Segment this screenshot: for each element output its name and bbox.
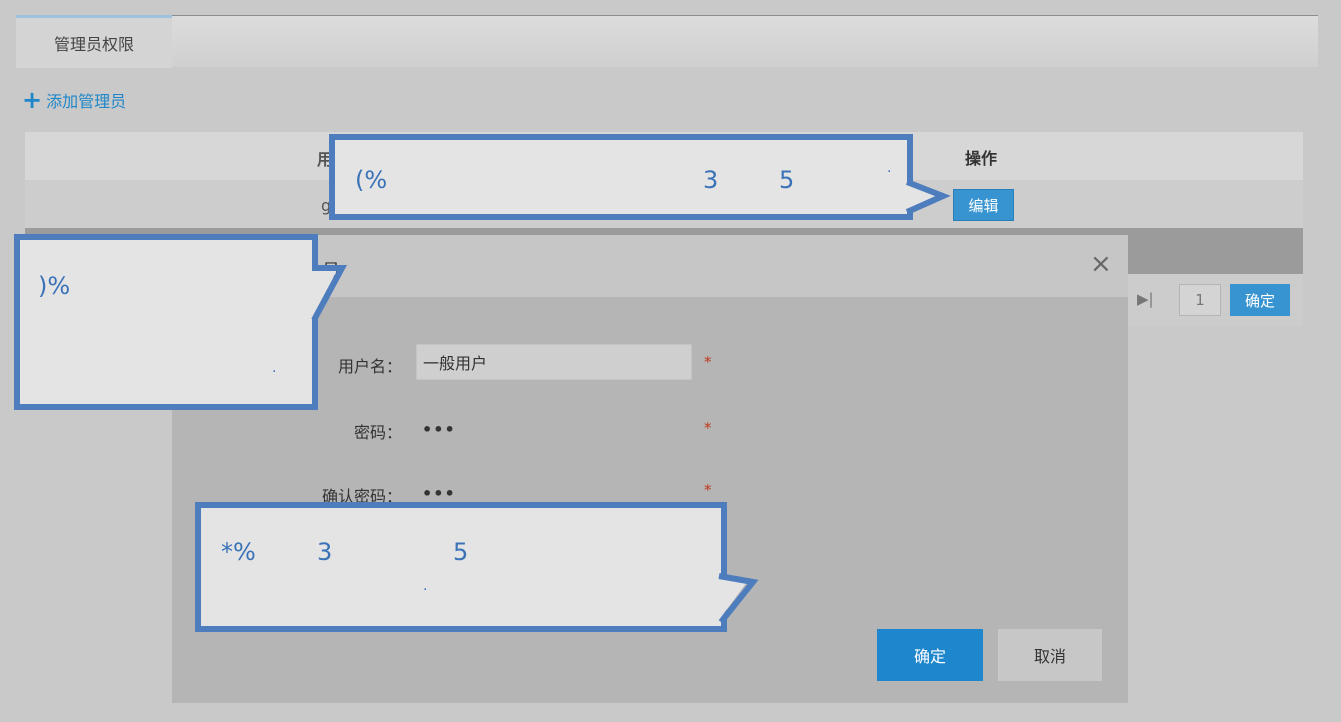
add-admin-button[interactable]: + 添加管理员 [22, 88, 126, 112]
callout-2-pointer [311, 265, 348, 322]
tab-label: 管理员权限 [53, 35, 134, 54]
page-number-input[interactable]: 1 [1179, 284, 1221, 316]
callout-1-dot: . [887, 160, 892, 176]
add-admin-label: 添加管理员 [46, 92, 127, 111]
callout-3-text-b: 3 [317, 538, 333, 566]
callout-1-text-c: 5 [779, 166, 795, 194]
callout-1-text-a: (% [355, 166, 388, 194]
edit-button[interactable]: 编辑 [953, 189, 1014, 221]
last-page-icon[interactable]: ▶| [1137, 290, 1154, 308]
column-header-operation: 操作 [965, 149, 998, 168]
callout-2-text-a: )% [38, 272, 71, 300]
callout-2-dot: . [272, 360, 277, 376]
callout-3-text-a: *% [221, 538, 256, 566]
callout-box-3: *% 3 5 . [195, 502, 727, 632]
required-mark: * [704, 481, 712, 499]
plus-icon: + [22, 86, 43, 114]
callout-box-2: )% . [14, 234, 318, 410]
password-input[interactable]: ••• [416, 411, 692, 447]
required-mark: * [704, 419, 712, 437]
confirm-button[interactable]: 确定 [877, 629, 983, 681]
callout-3-pointer [718, 573, 759, 624]
close-icon[interactable]: × [1090, 251, 1112, 277]
callout-1-text-b: 3 [703, 166, 719, 194]
callout-3-dot: . [423, 578, 428, 594]
tab-admin-permissions[interactable]: 管理员权限 [16, 15, 172, 68]
callout-box-1: (% 3 5 . [329, 134, 913, 220]
cancel-button[interactable]: 取消 [998, 629, 1102, 681]
username-input[interactable]: 一般用户 [416, 344, 692, 380]
password-label: 密码： [353, 423, 402, 442]
callout-3-text-c: 5 [453, 538, 469, 566]
required-mark: * [704, 353, 712, 371]
tab-bar [172, 16, 1318, 67]
page-go-button[interactable]: 确定 [1230, 284, 1290, 316]
callout-1-pointer [905, 179, 951, 215]
page: 管理员权限 + 添加管理员 用 操作 g 编辑 ▶| 1 确定 员 × 用户名：… [0, 0, 1341, 722]
